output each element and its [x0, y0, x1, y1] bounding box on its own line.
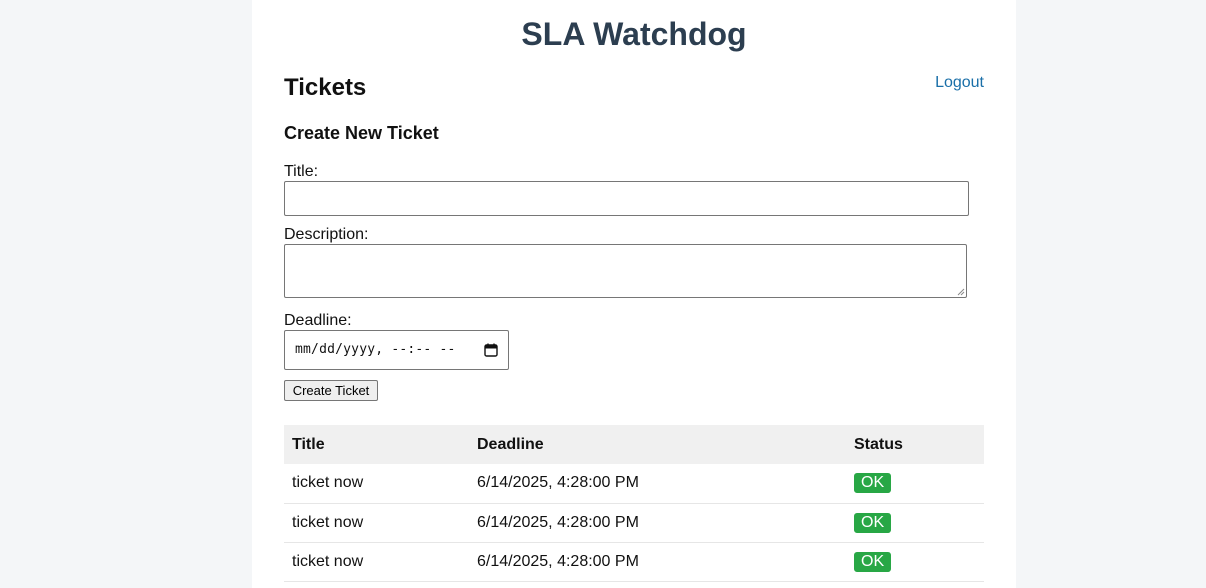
page-title: Tickets — [284, 74, 367, 101]
ticket-deadline: 6/14/2025, 4:28:00 PM — [469, 542, 846, 582]
main-card: SLA Watchdog Tickets Logout Create New T… — [252, 0, 1016, 588]
calendar-icon[interactable] — [484, 343, 498, 357]
column-header-deadline: Deadline — [469, 425, 846, 464]
create-ticket-button[interactable]: Create Ticket — [284, 380, 378, 401]
table-row: ticket now 6/14/2025, 4:28:00 PM OK — [284, 503, 984, 543]
logout-link[interactable]: Logout — [935, 73, 984, 93]
app-title: SLA Watchdog — [521, 16, 747, 52]
ticket-title: ticket now — [284, 503, 469, 543]
column-header-status: Status — [846, 425, 984, 464]
tickets-table: Title Deadline Status ticket now 6/14/20… — [284, 425, 984, 582]
deadline-input[interactable]: mm/dd/yyyy, --:-- -- — [284, 330, 509, 370]
deadline-label: Deadline: — [284, 312, 352, 329]
ticket-status-cell: OK — [846, 542, 984, 582]
title-input[interactable] — [284, 181, 969, 216]
status-badge: OK — [854, 512, 892, 533]
deadline-placeholder: mm/dd/yyyy, --:-- -- — [295, 342, 456, 357]
table-header-row: Title Deadline Status — [284, 425, 984, 464]
ticket-status-cell: OK — [846, 464, 984, 504]
status-badge: OK — [854, 473, 892, 494]
ticket-title: ticket now — [284, 464, 469, 504]
ticket-deadline: 6/14/2025, 4:28:00 PM — [469, 503, 846, 543]
description-textarea[interactable] — [284, 244, 967, 298]
status-badge: OK — [854, 551, 892, 572]
resize-grip-icon[interactable] — [957, 288, 965, 296]
title-label: Title: — [284, 163, 319, 180]
ticket-status-cell: OK — [846, 503, 984, 543]
table-row: ticket now 6/14/2025, 4:28:00 PM OK — [284, 464, 984, 504]
ticket-deadline: 6/14/2025, 4:28:00 PM — [469, 464, 846, 504]
ticket-title: ticket now — [284, 542, 469, 582]
table-row: ticket now 6/14/2025, 4:28:00 PM OK — [284, 542, 984, 582]
description-label: Description: — [284, 226, 369, 243]
column-header-title: Title — [284, 425, 469, 464]
create-ticket-heading: Create New Ticket — [284, 123, 439, 143]
